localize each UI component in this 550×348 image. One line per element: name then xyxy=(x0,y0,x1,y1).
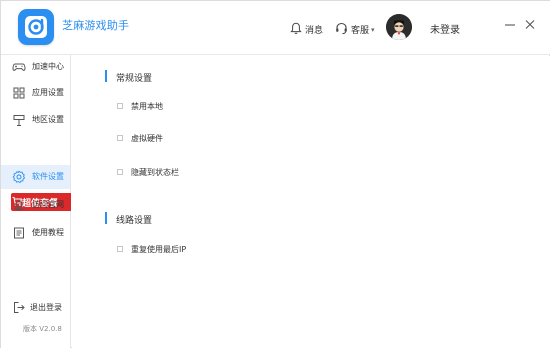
sidebar-item-label: 地区设置 xyxy=(32,115,64,124)
login-status[interactable]: 未登录 xyxy=(430,21,460,36)
globe-icon xyxy=(14,199,24,211)
message-label: 消息 xyxy=(305,25,324,36)
close-icon[interactable] xyxy=(523,17,537,33)
chevron-down-icon: ▾ xyxy=(371,25,375,34)
virtual-hardware-checkbox[interactable]: 虚拟硬件 xyxy=(117,132,163,144)
sidebar-item-label: 应用设置 xyxy=(32,88,64,97)
checkbox-box[interactable] xyxy=(117,135,123,141)
section-accent-bar xyxy=(105,70,107,82)
gamepad-icon xyxy=(12,63,26,71)
customer-service-button[interactable]: 客服 ▾ xyxy=(335,20,375,38)
checkbox-box[interactable] xyxy=(117,103,123,109)
message-button[interactable]: 消息 xyxy=(290,20,323,38)
book-icon xyxy=(14,227,24,239)
sidebar-item-label: 软件设置 xyxy=(32,172,64,181)
option-label: 虚拟硬件 xyxy=(131,133,163,143)
sidebar-item-label: 使用教程 xyxy=(32,228,64,237)
logout-label: 退出登录 xyxy=(30,303,62,312)
section-title: 线路设置 xyxy=(116,216,153,226)
sidebar-item-region-settings[interactable]: 地区设置 xyxy=(1,108,70,132)
checkbox-box[interactable] xyxy=(117,169,123,175)
apps-grid-icon xyxy=(13,87,25,99)
sidebar-item-accelerate[interactable]: 加速中心 xyxy=(1,55,70,79)
reuse-last-ip-checkbox[interactable]: 重复使用最后IP xyxy=(117,243,186,255)
section-title: 常规设置 xyxy=(116,74,153,84)
sidebar-item-tutorial[interactable]: 使用教程 xyxy=(1,221,70,245)
hide-to-tray-checkbox[interactable]: 隐藏到状态栏 xyxy=(117,166,179,178)
checkbox-box[interactable] xyxy=(117,246,123,252)
app-title: 芝麻游戏助手 xyxy=(62,19,130,32)
gear-icon xyxy=(12,170,26,184)
avatar[interactable] xyxy=(386,14,412,40)
minimize-icon[interactable] xyxy=(503,17,517,33)
service-label: 客服 xyxy=(351,25,370,36)
sidebar-item-app-settings[interactable]: 应用设置 xyxy=(1,81,70,105)
version-label: 版本 V2.0.8 xyxy=(23,325,62,333)
logout-icon xyxy=(14,302,25,313)
option-label: 隐藏到状态栏 xyxy=(131,167,179,177)
sidebar-item-software-settings[interactable]: 软件设置 xyxy=(1,165,70,189)
title-bar: 芝麻游戏助手 消息 客服 ▾ 未登录 xyxy=(1,1,550,55)
section-accent-bar xyxy=(105,212,107,224)
option-label: 重复使用最后IP xyxy=(131,244,187,254)
app-window: 芝麻游戏助手 消息 客服 ▾ 未登录 加速中心 应用设置 地区设置 超值套餐 软… xyxy=(0,0,550,348)
flag-icon xyxy=(13,115,25,126)
bell-icon xyxy=(290,20,302,39)
sidebar-item-official-site[interactable]: 访问官网 xyxy=(1,193,70,217)
option-label: 禁用本地 xyxy=(131,101,163,111)
headset-icon xyxy=(335,20,348,39)
settings-panel: 常规设置 禁用本地 虚拟硬件 隐藏到状态栏 线路设置 重复使用最后IP xyxy=(72,56,550,348)
app-logo-icon xyxy=(18,9,54,45)
disable-local-checkbox[interactable]: 禁用本地 xyxy=(117,100,163,112)
sidebar-item-label: 加速中心 xyxy=(32,62,64,71)
logout-button[interactable]: 退出登录 xyxy=(1,299,70,317)
sidebar-item-label: 访问官网 xyxy=(32,200,64,209)
